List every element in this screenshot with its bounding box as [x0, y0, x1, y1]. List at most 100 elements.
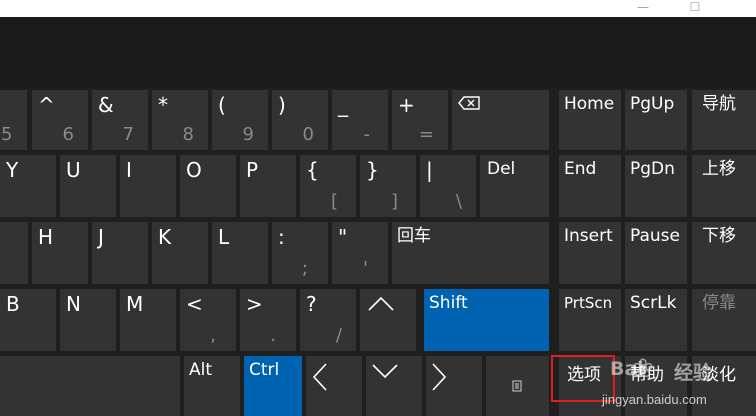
prediction-strip — [0, 17, 756, 88]
title-bar: — ☐ — [0, 0, 756, 17]
key-arrow-left[interactable] — [306, 356, 362, 416]
key-menu[interactable] — [486, 356, 549, 416]
key-minus-shift-label: _ — [338, 93, 348, 117]
key-k[interactable]: K — [152, 222, 208, 284]
arrow-right-icon — [432, 363, 446, 391]
key-quote[interactable]: " ' — [332, 222, 388, 284]
key-b[interactable]: B — [0, 289, 56, 351]
key-quote-shift-label: " — [338, 225, 348, 249]
key-o[interactable]: O — [180, 155, 236, 217]
key-semicolon[interactable]: : ; — [272, 222, 328, 284]
maximize-button[interactable]: ☐ — [680, 0, 710, 17]
baidu-watermark: Bai ❀ 经验 jingyan.baidu.com — [550, 352, 756, 416]
key-h-label: H — [38, 225, 54, 249]
key-prtscn-label: PrtScn — [564, 294, 613, 312]
key-semicolon-label: ; — [301, 258, 308, 279]
key-o-label: O — [186, 158, 202, 182]
key-period-shift-label: > — [246, 292, 263, 316]
key-shift[interactable]: Shift — [424, 289, 549, 351]
key-k-label: K — [158, 225, 172, 249]
key-right-bracket-label: ] — [390, 191, 398, 212]
key-slash-shift-label: ? — [306, 292, 317, 316]
key-pgdn[interactable]: PgDn — [625, 155, 687, 217]
key-7[interactable]: & 7 — [92, 90, 148, 150]
key-5-secondary: 5 — [1, 124, 13, 145]
key-n[interactable]: N — [60, 289, 116, 351]
key-minus-label: - — [363, 124, 371, 145]
key-0-shift-label: ) — [278, 93, 286, 117]
key-0-label: 0 — [302, 124, 314, 145]
key-arrow-up[interactable] — [360, 289, 416, 351]
key-backslash[interactable]: | \ — [420, 155, 476, 217]
key-alt[interactable]: Alt — [184, 356, 240, 416]
arrow-left-icon — [313, 363, 327, 391]
key-9-shift-label: ( — [218, 93, 226, 117]
key-right-bracket-shift-label: } — [366, 158, 379, 182]
key-equals-shift-label: + — [398, 93, 415, 117]
key-semicolon-shift-label: : — [278, 225, 285, 249]
key-scrlk-label: ScrLk — [630, 293, 677, 313]
key-scrlk[interactable]: ScrLk — [625, 289, 687, 351]
key-period[interactable]: > . — [240, 289, 296, 351]
key-j-label: J — [98, 225, 104, 249]
key-slash-label: / — [335, 325, 342, 346]
key-u[interactable]: U — [60, 155, 116, 217]
key-y[interactable]: Y — [0, 155, 56, 217]
key-pause[interactable]: Pause — [625, 222, 687, 284]
key-nav[interactable]: 导航 — [692, 90, 756, 150]
key-del-label: Del — [487, 159, 516, 179]
key-i-label: I — [126, 158, 132, 182]
key-j[interactable]: J — [92, 222, 148, 284]
key-space[interactable] — [0, 356, 180, 416]
minimize-button[interactable]: — — [628, 0, 658, 17]
key-m[interactable]: M — [120, 289, 176, 351]
key-insert[interactable]: Insert — [559, 222, 621, 284]
key-minus[interactable]: _ - — [332, 90, 388, 150]
key-i[interactable]: I — [120, 155, 176, 217]
key-slash[interactable]: ? / — [300, 289, 356, 351]
key-l[interactable]: L — [212, 222, 268, 284]
key-backspace[interactable] — [452, 90, 549, 150]
key-8-label: 8 — [182, 124, 194, 145]
key-8[interactable]: * 8 — [152, 90, 208, 150]
key-del[interactable]: Del — [480, 155, 549, 217]
key-9-label: 9 — [242, 124, 254, 145]
key-move-down[interactable]: 下移 — [692, 222, 756, 284]
key-home-label: Home — [564, 94, 615, 114]
key-pgup-label: PgUp — [630, 94, 675, 114]
key-comma-shift-label: < — [186, 292, 203, 316]
key-home[interactable]: Home — [559, 90, 621, 150]
key-pgup[interactable]: PgUp — [625, 90, 687, 150]
key-0[interactable]: ) 0 — [272, 90, 328, 150]
key-left-bracket[interactable]: { [ — [300, 155, 356, 217]
key-equals[interactable]: + = — [392, 90, 448, 150]
key-arrow-down[interactable] — [366, 356, 422, 416]
key-backslash-shift-label: | — [426, 158, 433, 182]
key-insert-label: Insert — [564, 226, 613, 246]
backspace-icon — [458, 96, 480, 110]
key-move-up[interactable]: 上移 — [692, 155, 756, 217]
key-u-label: U — [66, 158, 81, 182]
key-comma-label: , — [210, 325, 216, 346]
key-ctrl-label: Ctrl — [249, 360, 280, 380]
arrow-down-icon — [372, 364, 398, 378]
key-end[interactable]: End — [559, 155, 621, 217]
key-6[interactable]: ^ 6 — [32, 90, 88, 150]
key-shift-label: Shift — [429, 293, 468, 313]
key-ctrl[interactable]: Ctrl — [244, 356, 302, 416]
key-dock[interactable]: 停靠 — [692, 289, 756, 351]
key-move-down-label: 下移 — [702, 226, 736, 246]
key-g-partial[interactable] — [0, 222, 28, 284]
key-pgdn-label: PgDn — [630, 159, 675, 179]
key-arrow-right[interactable] — [426, 356, 482, 416]
key-y-label: Y — [6, 158, 19, 182]
key-pause-label: Pause — [630, 226, 680, 246]
key-9[interactable]: ( 9 — [212, 90, 268, 150]
key-5[interactable]: 5 — [0, 90, 27, 150]
key-prtscn[interactable]: PrtScn — [559, 289, 621, 351]
key-h[interactable]: H — [32, 222, 88, 284]
key-right-bracket[interactable]: } ] — [360, 155, 416, 217]
key-enter[interactable]: 回车 — [392, 222, 549, 284]
key-p[interactable]: P — [240, 155, 296, 217]
key-comma[interactable]: < , — [180, 289, 236, 351]
